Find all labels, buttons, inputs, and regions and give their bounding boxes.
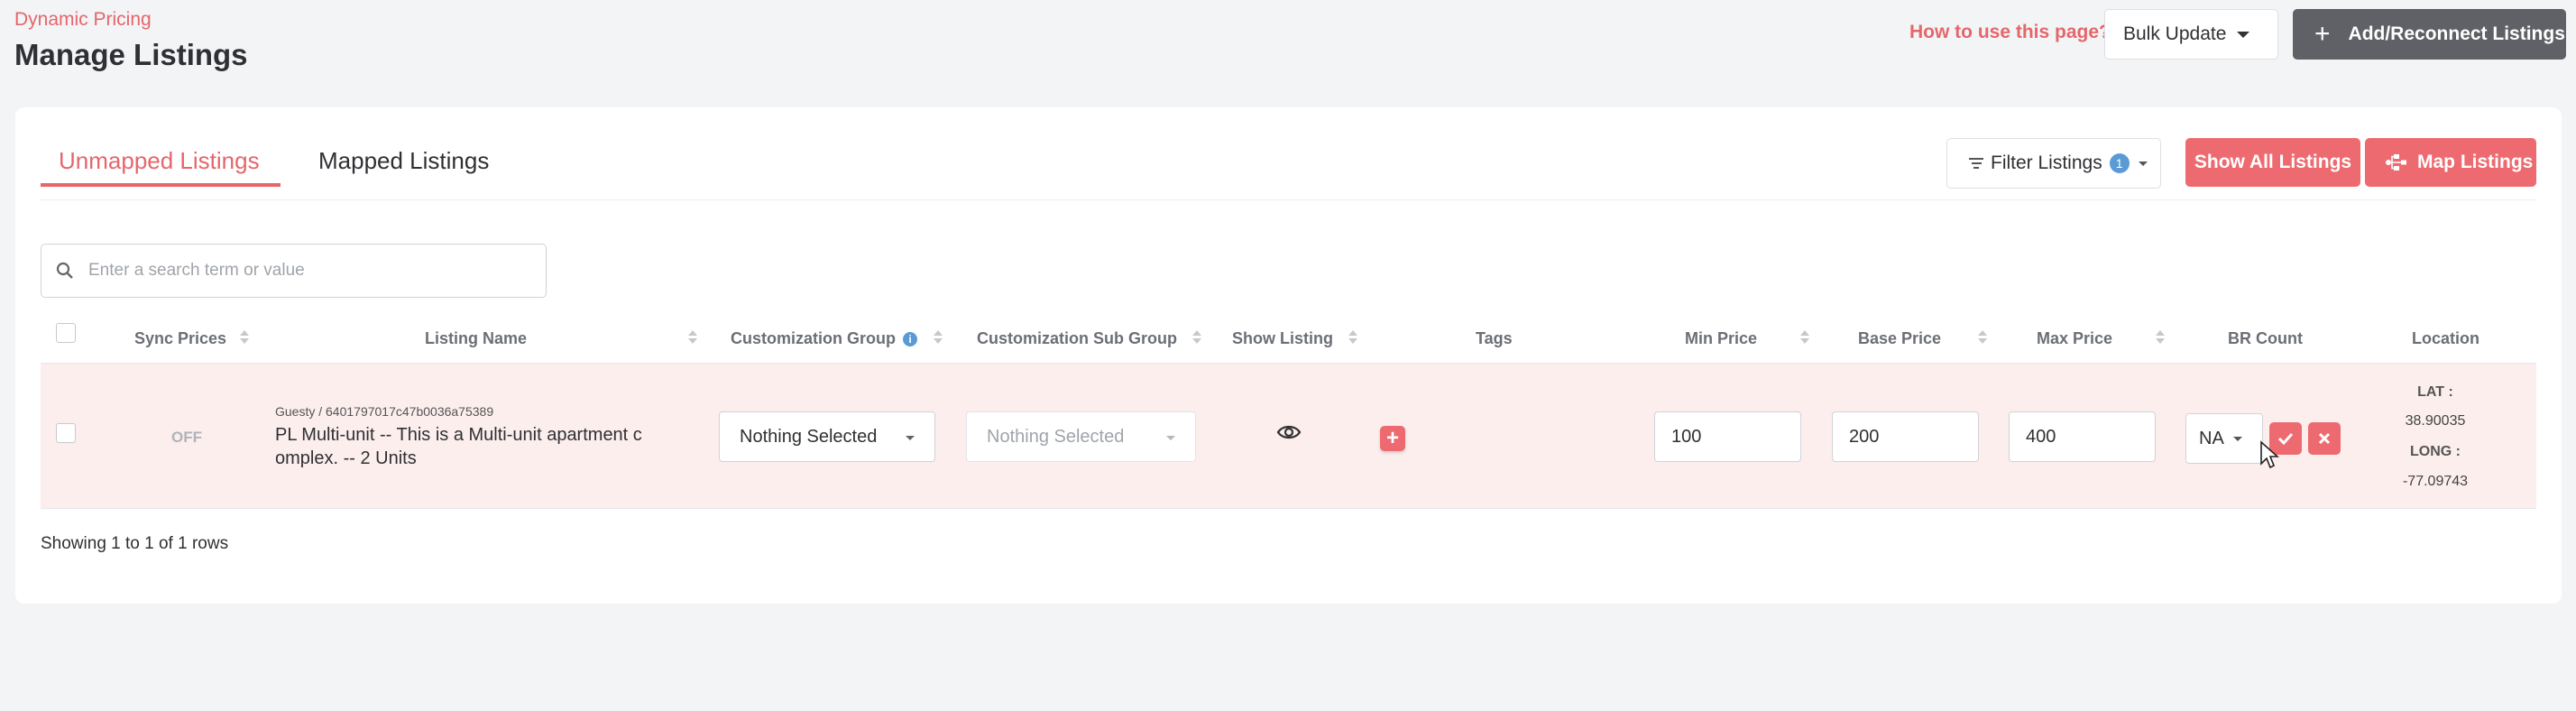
search-icon [56, 262, 73, 279]
customization-sub-group-select[interactable]: Nothing Selected [966, 411, 1196, 462]
column-header-base-price[interactable]: Base Price [1858, 329, 1941, 348]
sort-icon[interactable] [934, 327, 943, 346]
column-header-listing-name[interactable]: Listing Name [425, 329, 527, 348]
caret-down-icon [1166, 436, 1175, 440]
longitude-label: LONG : [2410, 444, 2461, 459]
map-listings-button[interactable]: Map Listings [2365, 138, 2536, 187]
caret-down-icon [2138, 161, 2148, 166]
active-tab-indicator [41, 183, 281, 187]
close-icon [2318, 432, 2331, 445]
caret-down-icon [906, 436, 915, 440]
row-checkbox[interactable] [56, 423, 76, 443]
map-listings-label: Map Listings [2417, 152, 2534, 172]
filter-icon [1969, 158, 1983, 169]
filter-count-badge: 1 [2109, 153, 2130, 173]
listing-source-id: Guesty / 6401797017c47b0036a75389 [275, 404, 494, 419]
column-header-show-listing[interactable]: Show Listing [1232, 329, 1333, 348]
br-count-select[interactable]: NA [2185, 413, 2263, 464]
column-header-max-price[interactable]: Max Price [2037, 329, 2112, 348]
cancel-button[interactable] [2308, 422, 2341, 455]
sort-icon[interactable] [1348, 327, 1357, 346]
map-tree-icon [2386, 154, 2406, 171]
search-box [41, 244, 547, 298]
sync-prices-toggle[interactable]: OFF [171, 429, 202, 447]
longitude-value: -77.09743 [2402, 474, 2469, 489]
bulk-update-label: Bulk Update [2123, 23, 2227, 44]
table-row-divider [41, 508, 2536, 509]
sort-icon[interactable] [240, 327, 249, 346]
filter-listings-button[interactable]: Filter Listings 1 [1946, 138, 2161, 189]
pagination-info: Showing 1 to 1 of 1 rows [41, 534, 229, 553]
how-to-use-link[interactable]: How to use this page? [1909, 22, 2111, 43]
min-price-input[interactable]: 100 [1654, 411, 1801, 462]
caret-down-icon [2237, 31, 2250, 38]
filter-listings-label: Filter Listings [1991, 152, 2102, 173]
column-header-customization-group[interactable]: Customization Group i [731, 329, 917, 348]
latitude-label: LAT : [2417, 384, 2453, 400]
br-count-value: NA [2199, 428, 2224, 448]
sort-icon[interactable] [1192, 327, 1201, 346]
tab-mapped-listings[interactable]: Mapped Listings [318, 147, 489, 175]
listing-name: PL Multi-unit -- This is a Multi-unit ap… [275, 425, 642, 468]
column-header-sync-prices[interactable]: Sync Prices [134, 329, 226, 348]
tabs-divider [41, 199, 2536, 200]
search-input[interactable] [88, 261, 521, 281]
select-all-checkbox[interactable] [56, 323, 76, 343]
eye-icon[interactable] [1276, 422, 1302, 442]
add-tag-button[interactable]: + [1380, 426, 1405, 451]
latitude-value: 38.90035 [2405, 413, 2466, 429]
tab-unmapped-listings[interactable]: Unmapped Listings [59, 147, 260, 175]
column-header-customization-sub-group[interactable]: Customization Sub Group [977, 329, 1177, 348]
customization-sub-group-value: Nothing Selected [987, 426, 1125, 447]
customization-group-value: Nothing Selected [740, 426, 878, 447]
customization-group-label: Customization Group [731, 329, 896, 347]
max-price-input[interactable]: 400 [2009, 411, 2156, 462]
listings-card [15, 107, 2562, 604]
column-header-min-price[interactable]: Min Price [1685, 329, 1757, 348]
show-all-listings-button[interactable]: Show All Listings [2185, 138, 2360, 187]
caret-down-icon [2232, 436, 2242, 441]
base-price-input[interactable]: 200 [1832, 411, 1979, 462]
sort-icon[interactable] [1978, 327, 1987, 346]
sort-icon[interactable] [688, 327, 697, 346]
mouse-cursor-icon [2260, 440, 2279, 469]
bulk-update-dropdown[interactable]: Bulk Update [2104, 9, 2278, 60]
plus-icon: + [2314, 19, 2331, 49]
add-reconnect-label: Add/Reconnect Listings [2348, 23, 2565, 44]
column-header-tags: Tags [1476, 329, 1513, 347]
column-header-br-count: BR Count [2228, 329, 2303, 347]
add-reconnect-listings-button[interactable]: + Add/Reconnect Listings [2293, 9, 2566, 60]
breadcrumb[interactable]: Dynamic Pricing [14, 9, 152, 31]
info-icon[interactable]: i [903, 332, 917, 347]
sort-icon[interactable] [2156, 327, 2165, 346]
page-title: Manage Listings [14, 38, 248, 71]
sort-icon[interactable] [1800, 327, 1809, 346]
column-header-location: Location [2412, 329, 2479, 347]
check-icon [2277, 432, 2294, 446]
customization-group-select[interactable]: Nothing Selected [719, 411, 935, 462]
